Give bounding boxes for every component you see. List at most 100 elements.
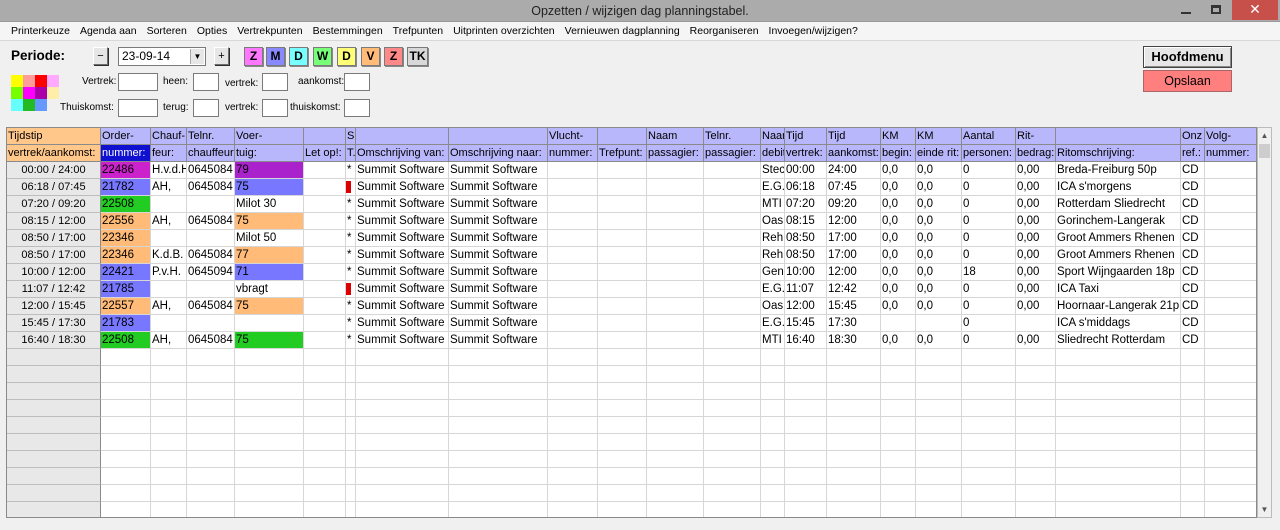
menu-item-invoegen-wijzigen[interactable]: Invoegen/wijzigen? [764, 25, 863, 37]
table-cell[interactable] [647, 281, 704, 298]
table-cell[interactable] [548, 298, 598, 315]
table-cell[interactable] [761, 468, 785, 485]
table-cell[interactable]: 0,00 [1016, 281, 1056, 298]
table-cell[interactable] [598, 213, 647, 230]
day-button-7[interactable]: Z [384, 47, 403, 66]
table-cell[interactable] [1016, 366, 1056, 383]
table-cell[interactable]: 0,0 [916, 196, 962, 213]
table-cell[interactable] [881, 434, 916, 451]
table-cell[interactable] [356, 349, 449, 366]
table-cell[interactable] [1056, 366, 1181, 383]
table-cell[interactable] [101, 434, 151, 451]
table-cell[interactable] [187, 196, 235, 213]
table-cell[interactable] [356, 468, 449, 485]
table-cell[interactable] [785, 451, 827, 468]
table-cell[interactable] [1016, 417, 1056, 434]
table-cell[interactable] [827, 434, 881, 451]
row-time[interactable]: 12:00 / 15:45 [7, 298, 101, 315]
table-cell[interactable] [1205, 315, 1256, 332]
row-time[interactable] [7, 383, 101, 400]
table-cell[interactable] [449, 468, 548, 485]
column-header[interactable]: ref.: [1181, 145, 1205, 162]
table-cell[interactable]: 10:00 [785, 264, 827, 281]
table-cell[interactable]: Summit Software [356, 179, 449, 196]
table-cell[interactable] [962, 400, 1016, 417]
table-cell[interactable]: * [346, 213, 356, 230]
table-cell[interactable] [1056, 468, 1181, 485]
table-cell[interactable] [962, 366, 1016, 383]
table-cell[interactable]: 0645084 [187, 332, 235, 349]
table-cell[interactable] [647, 366, 704, 383]
table-cell[interactable] [881, 417, 916, 434]
column-header[interactable]: Omschrijving naar: [449, 145, 548, 162]
table-cell[interactable] [356, 434, 449, 451]
table-cell[interactable]: 07:45 [827, 179, 881, 196]
table-cell[interactable]: 15:45 [827, 298, 881, 315]
table-cell[interactable] [346, 349, 356, 366]
scroll-up-icon[interactable]: ▲ [1258, 128, 1271, 143]
table-cell[interactable]: Oas [761, 298, 785, 315]
table-cell[interactable]: Breda-Freiburg 50p [1056, 162, 1181, 179]
column-header[interactable]: Tijd [827, 128, 881, 145]
table-cell[interactable] [548, 417, 598, 434]
table-cell[interactable] [1205, 298, 1256, 315]
table-cell[interactable]: E.G. [761, 281, 785, 298]
row-time[interactable] [7, 366, 101, 383]
table-cell[interactable] [962, 468, 1016, 485]
table-cell[interactable] [548, 179, 598, 196]
table-cell[interactable]: 21783 [101, 315, 151, 332]
table-cell[interactable]: Hoornaar-Langerak 21p [1056, 298, 1181, 315]
day-button-6[interactable]: V [361, 47, 380, 66]
table-cell[interactable] [598, 502, 647, 517]
table-cell[interactable] [1205, 468, 1256, 485]
table-cell[interactable] [356, 366, 449, 383]
table-cell[interactable] [151, 281, 187, 298]
opslaan-button[interactable]: Opslaan [1143, 70, 1232, 92]
thuiskomst-tijd-input[interactable] [344, 99, 370, 117]
table-cell[interactable] [598, 196, 647, 213]
table-cell[interactable] [548, 315, 598, 332]
row-time[interactable]: 15:45 / 17:30 [7, 315, 101, 332]
table-cell[interactable]: 0,00 [1016, 213, 1056, 230]
table-cell[interactable] [962, 417, 1016, 434]
table-cell[interactable] [1181, 366, 1205, 383]
table-cell[interactable]: CD [1181, 281, 1205, 298]
table-cell[interactable]: CD [1181, 179, 1205, 196]
day-button-8[interactable]: TK [407, 47, 428, 66]
table-cell[interactable] [1205, 264, 1256, 281]
column-header[interactable] [1056, 128, 1181, 145]
thuiskomst-datum-input[interactable] [118, 99, 158, 117]
row-time[interactable]: 08:15 / 12:00 [7, 213, 101, 230]
table-cell[interactable]: Summit Software [449, 213, 548, 230]
table-cell[interactable] [346, 468, 356, 485]
day-button-5[interactable]: D [337, 47, 356, 66]
column-header[interactable]: nummer: [548, 145, 598, 162]
column-header[interactable]: chauffeur: [187, 145, 235, 162]
table-cell[interactable] [304, 366, 346, 383]
menu-item-opties[interactable]: Opties [192, 25, 232, 37]
table-cell[interactable] [785, 502, 827, 517]
table-cell[interactable]: 12:00 [785, 298, 827, 315]
table-cell[interactable]: CD [1181, 247, 1205, 264]
table-cell[interactable] [1205, 366, 1256, 383]
table-cell[interactable] [187, 417, 235, 434]
table-cell[interactable] [235, 315, 304, 332]
date-select[interactable]: 23-09-14 ▼ [118, 47, 206, 66]
row-time[interactable]: 07:20 / 09:20 [7, 196, 101, 213]
table-cell[interactable] [449, 485, 548, 502]
table-cell[interactable] [761, 383, 785, 400]
table-cell[interactable] [548, 400, 598, 417]
table-cell[interactable] [598, 315, 647, 332]
table-cell[interactable]: 08:50 [785, 230, 827, 247]
table-cell[interactable]: vbragt [235, 281, 304, 298]
table-cell[interactable] [101, 366, 151, 383]
day-button-4[interactable]: W [313, 47, 332, 66]
table-cell[interactable] [916, 451, 962, 468]
table-cell[interactable] [881, 400, 916, 417]
table-cell[interactable]: Gorinchem-Langerak [1056, 213, 1181, 230]
table-cell[interactable]: 0 [962, 298, 1016, 315]
table-cell[interactable] [916, 366, 962, 383]
table-cell[interactable] [346, 281, 356, 298]
vertrek-heen-datum-input[interactable] [118, 73, 158, 91]
table-cell[interactable] [761, 417, 785, 434]
